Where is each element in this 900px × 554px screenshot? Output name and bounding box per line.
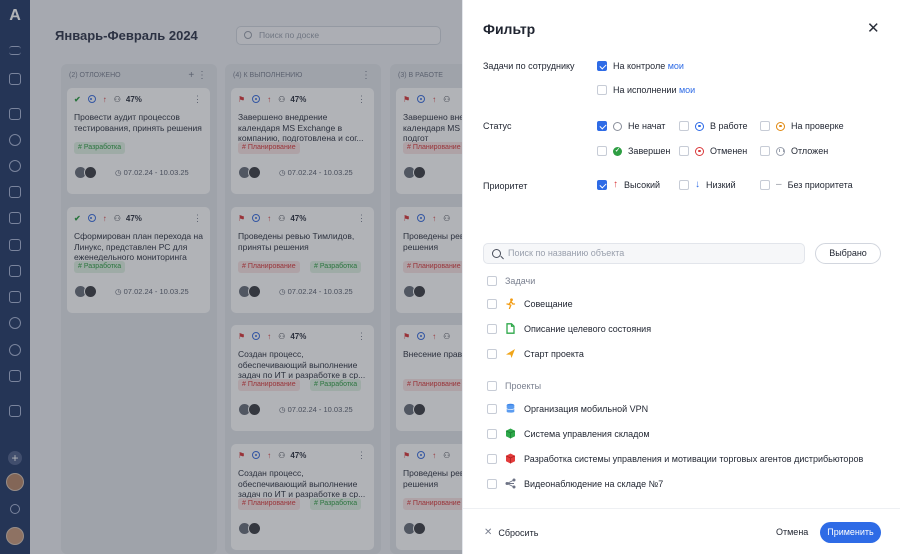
item-label: Организация мобильной VPN xyxy=(524,403,649,414)
group-tasks-label: Задачи xyxy=(505,276,536,286)
postponed-icon xyxy=(776,146,785,156)
apply-button[interactable]: Применить xyxy=(820,522,881,543)
postponed-label: Отложен xyxy=(791,146,829,156)
object-search-input[interactable]: Поиск по названию объекта xyxy=(483,243,805,264)
on-control-label: На контроле xyxy=(613,61,666,71)
high-checkbox[interactable] xyxy=(597,180,607,190)
option-on-control[interactable]: На контроле мои xyxy=(597,61,684,71)
status-postponed[interactable]: Отложен xyxy=(760,146,828,156)
item-label: Разработка системы управления и мотиваци… xyxy=(524,453,864,464)
status-label: Статус xyxy=(483,121,512,131)
status-completed[interactable]: ✓ Завершен xyxy=(597,146,670,156)
review-checkbox[interactable] xyxy=(760,121,770,131)
option-on-execution[interactable]: На исполнении мои xyxy=(597,85,695,95)
priority-none[interactable]: – Без приоритета xyxy=(760,180,853,190)
completed-checkbox[interactable] xyxy=(597,146,607,156)
list-item[interactable]: Система управления складом xyxy=(487,428,650,439)
status-cancelled[interactable]: Отменен xyxy=(679,146,747,156)
object-search-placeholder: Поиск по названию объекта xyxy=(508,248,625,258)
none-label: Без приоритета xyxy=(787,180,853,190)
network-icon xyxy=(505,478,516,489)
search-icon xyxy=(492,249,501,258)
in-progress-label: В работе xyxy=(710,121,748,131)
item-label: Совещание xyxy=(524,298,573,309)
item-label: Видеонаблюдение на складе №7 xyxy=(524,478,664,489)
filter-panel: Фильтр ✕ Задачи по сотруднику На контрол… xyxy=(462,0,900,554)
status-not-started[interactable]: Не начат xyxy=(597,121,665,131)
filter-footer: ✕ Сбросить Отмена Применить xyxy=(463,508,900,554)
cancel-button[interactable]: Отмена xyxy=(776,527,808,537)
none-checkbox[interactable] xyxy=(760,180,770,190)
not-started-checkbox[interactable] xyxy=(597,121,607,131)
item-label: Старт проекта xyxy=(524,348,584,359)
list-item[interactable]: Описание целевого состояния xyxy=(487,323,651,334)
close-icon[interactable]: ✕ xyxy=(867,21,880,36)
postponed-checkbox[interactable] xyxy=(760,146,770,156)
item-checkbox[interactable] xyxy=(487,348,497,359)
cancelled-label: Отменен xyxy=(710,146,748,156)
on-control-mine-link[interactable]: мои xyxy=(668,61,684,71)
high-label: Высокий xyxy=(624,180,661,190)
item-label: Описание целевого состояния xyxy=(524,323,652,334)
on-execution-label: На исполнении xyxy=(613,85,677,95)
in-progress-checkbox[interactable] xyxy=(679,121,689,131)
list-item[interactable]: Старт проекта xyxy=(487,348,584,359)
priority-label: Приоритет xyxy=(483,181,528,191)
list-item[interactable]: Организация мобильной VPN xyxy=(487,403,648,414)
dash-icon: – xyxy=(776,179,782,190)
not-started-label: Не начат xyxy=(628,121,666,131)
item-checkbox[interactable] xyxy=(487,478,497,489)
employee-label: Задачи по сотруднику xyxy=(483,61,575,71)
modal-overlay[interactable] xyxy=(0,0,462,554)
item-label: Система управления складом xyxy=(524,428,650,439)
plane-icon xyxy=(505,348,516,359)
list-item[interactable]: Видеонаблюдение на складе №7 xyxy=(487,478,663,489)
on-execution-checkbox[interactable] xyxy=(597,85,607,95)
filter-title: Фильтр xyxy=(483,21,536,37)
group-projects-checkbox[interactable] xyxy=(487,381,497,391)
item-checkbox[interactable] xyxy=(487,428,497,439)
in-progress-icon xyxy=(695,121,704,131)
review-icon xyxy=(776,121,785,131)
completed-label: Завершен xyxy=(628,146,671,156)
item-checkbox[interactable] xyxy=(487,403,497,414)
not-started-icon xyxy=(613,121,622,131)
on-execution-mine-link[interactable]: мои xyxy=(679,85,695,95)
group-projects[interactable]: Проекты xyxy=(487,381,541,391)
person-run-icon xyxy=(505,298,516,310)
review-label: На проверке xyxy=(791,121,844,131)
reset-label: Сбросить xyxy=(498,527,539,538)
selected-button[interactable]: Выбрано xyxy=(815,243,881,264)
on-control-checkbox[interactable] xyxy=(597,61,607,71)
red-cube-icon xyxy=(505,453,516,464)
group-tasks-checkbox[interactable] xyxy=(487,276,497,286)
group-projects-label: Проекты xyxy=(505,381,542,391)
cancelled-icon xyxy=(695,146,704,156)
group-tasks[interactable]: Задачи xyxy=(487,276,535,286)
completed-icon: ✓ xyxy=(613,146,622,156)
arrow-down-icon: ↓ xyxy=(695,179,700,190)
low-label: Низкий xyxy=(706,180,736,190)
list-item[interactable]: Совещание xyxy=(487,298,573,310)
database-icon xyxy=(505,403,516,414)
close-small-icon: ✕ xyxy=(484,527,493,538)
item-checkbox[interactable] xyxy=(487,453,497,464)
item-checkbox[interactable] xyxy=(487,323,497,334)
priority-high[interactable]: ↑ Высокий xyxy=(597,180,660,190)
list-item[interactable]: Разработка системы управления и мотиваци… xyxy=(487,453,863,464)
green-cube-icon xyxy=(505,428,516,439)
low-checkbox[interactable] xyxy=(679,180,689,190)
reset-button[interactable]: ✕ Сбросить xyxy=(484,527,538,538)
status-review[interactable]: На проверке xyxy=(760,121,844,131)
arrow-up-icon: ↑ xyxy=(613,179,618,190)
status-in-progress[interactable]: В работе xyxy=(679,121,748,131)
priority-low[interactable]: ↓ Низкий xyxy=(679,180,736,190)
item-checkbox[interactable] xyxy=(487,298,497,309)
cancelled-checkbox[interactable] xyxy=(679,146,689,156)
document-icon xyxy=(505,323,516,334)
